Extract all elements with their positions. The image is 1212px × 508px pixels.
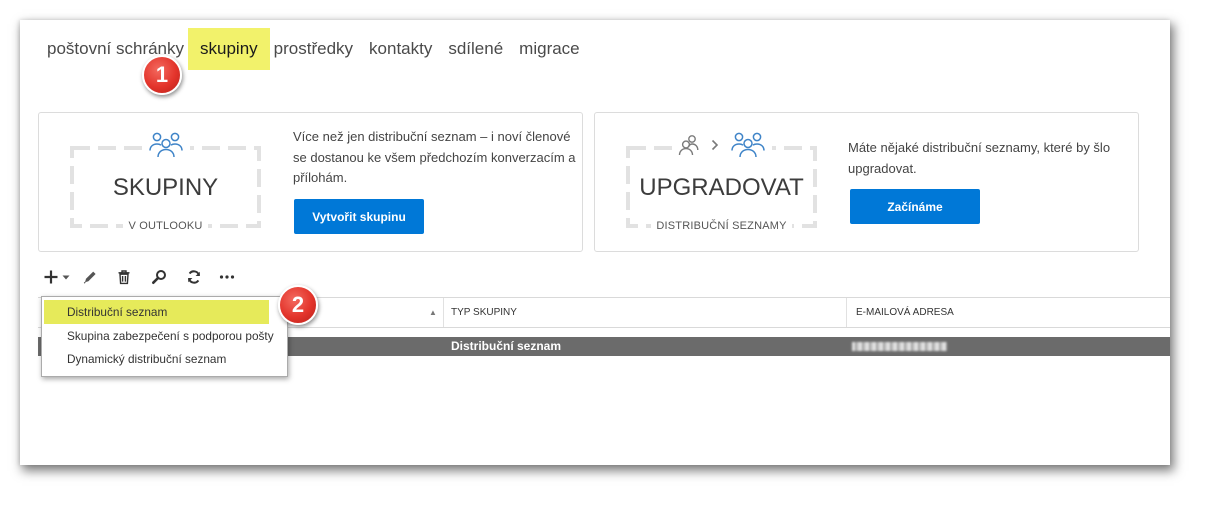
card-title: SKUPINY — [112, 174, 219, 201]
delete-icon — [116, 269, 132, 285]
tab-groups[interactable]: skupiny — [188, 28, 270, 70]
new-group-menu: Distribuční seznam Skupina zabezpečení s… — [41, 296, 288, 377]
description-line: Více než jen distribuční seznam – i noví… — [293, 129, 571, 144]
search-icon — [151, 269, 167, 285]
tab-label: kontakty — [369, 39, 433, 58]
groups-promo-card: SKUPINY V OUTLOOKU Více než jen distribu… — [38, 112, 583, 252]
sort-ascending-icon: ▲ — [429, 308, 437, 317]
menu-item-label: Dynamický distribuční seznam — [67, 352, 227, 366]
tab-shared[interactable]: sdílené — [440, 28, 511, 70]
delete-button[interactable] — [116, 269, 132, 285]
menu-item-label: Distribuční seznam — [67, 305, 168, 319]
more-button[interactable] — [219, 269, 235, 285]
add-icon — [43, 269, 59, 285]
icon-row — [626, 131, 817, 158]
card-description: Máte nějaké distribuční seznamy, které b… — [848, 138, 1110, 179]
toolbar — [42, 269, 242, 285]
chevron-right-icon — [711, 139, 719, 151]
search-button[interactable] — [151, 269, 167, 285]
blurred-email — [852, 342, 947, 351]
card-subtitle: DISTRIBUČNÍ SEZNAMY — [651, 219, 792, 233]
upgrade-icons — [671, 131, 772, 158]
edit-icon — [82, 269, 98, 285]
menu-item-distribution-list[interactable]: Distribuční seznam — [44, 300, 287, 324]
tab-label: prostředky — [273, 39, 354, 58]
icon-row — [70, 131, 261, 158]
card-title: UPGRADOVAT — [639, 174, 804, 201]
refresh-icon — [186, 269, 202, 285]
admin-panel: poštovní schránky skupiny prostředky kon… — [20, 20, 1170, 465]
upgrade-illustration: UPGRADOVAT DISTRIBUČNÍ SEZNAMY — [626, 131, 817, 233]
tab-label: sdílené — [448, 39, 504, 58]
tab-resources[interactable]: prostředky — [266, 28, 361, 70]
step-callout-2: 2 — [278, 285, 318, 325]
description-line: se dostanou ke všem předchozím konverzac… — [293, 149, 576, 165]
menu-item-mail-enabled-security-group[interactable]: Skupina zabezpečení s podporou pošty — [44, 324, 287, 348]
more-icon — [219, 269, 235, 285]
chevron-down-icon — [62, 275, 70, 280]
column-label: E-MAILOVÁ ADRESA — [856, 307, 954, 318]
card-description: Více než jen distribuční seznam – i noví… — [293, 127, 576, 189]
create-group-button[interactable]: Vytvořit skupinu — [294, 199, 424, 234]
edit-button[interactable] — [82, 269, 98, 285]
groups-illustration: SKUPINY V OUTLOOKU — [70, 131, 261, 233]
cell-email — [846, 337, 1170, 356]
description-line: přílohám. — [293, 170, 348, 185]
menu-item-dynamic-distribution-list[interactable]: Dynamický distribuční seznam — [44, 347, 287, 371]
get-started-button[interactable]: Začínáme — [850, 189, 980, 224]
add-button[interactable] — [43, 269, 71, 285]
tab-label: migrace — [519, 39, 580, 58]
top-nav: poštovní schránky skupiny prostředky kon… — [39, 28, 588, 70]
card-subtitle-row: DISTRIBUČNÍ SEZNAMY — [626, 218, 817, 233]
menu-item-label: Skupina zabezpečení s podporou pošty — [67, 329, 274, 343]
description-line: upgradovat. — [848, 160, 917, 176]
column-label: TYP SKUPINY — [451, 307, 517, 318]
tab-contacts[interactable]: kontakty — [361, 28, 440, 70]
cell-type: Distribuční seznam — [451, 339, 562, 353]
card-subtitle: V OUTLOOKU — [123, 219, 208, 233]
column-header-email[interactable]: E-MAILOVÁ ADRESA — [846, 298, 1170, 327]
description-line: Máte nějaké distribuční seznamy, které b… — [848, 140, 1111, 155]
tab-label: skupiny — [200, 39, 258, 58]
step-callout-1: 1 — [142, 55, 182, 95]
upgrade-promo-card: UPGRADOVAT DISTRIBUČNÍ SEZNAMY Máte něja… — [594, 112, 1139, 252]
people-group-icon — [141, 131, 190, 158]
people-pair-icon — [678, 134, 700, 156]
card-subtitle-row: V OUTLOOKU — [70, 218, 261, 233]
tab-migration[interactable]: migrace — [511, 28, 587, 70]
people-group-icon — [730, 131, 766, 158]
refresh-button[interactable] — [186, 269, 202, 285]
column-header-type[interactable]: TYP SKUPINY — [443, 298, 846, 327]
